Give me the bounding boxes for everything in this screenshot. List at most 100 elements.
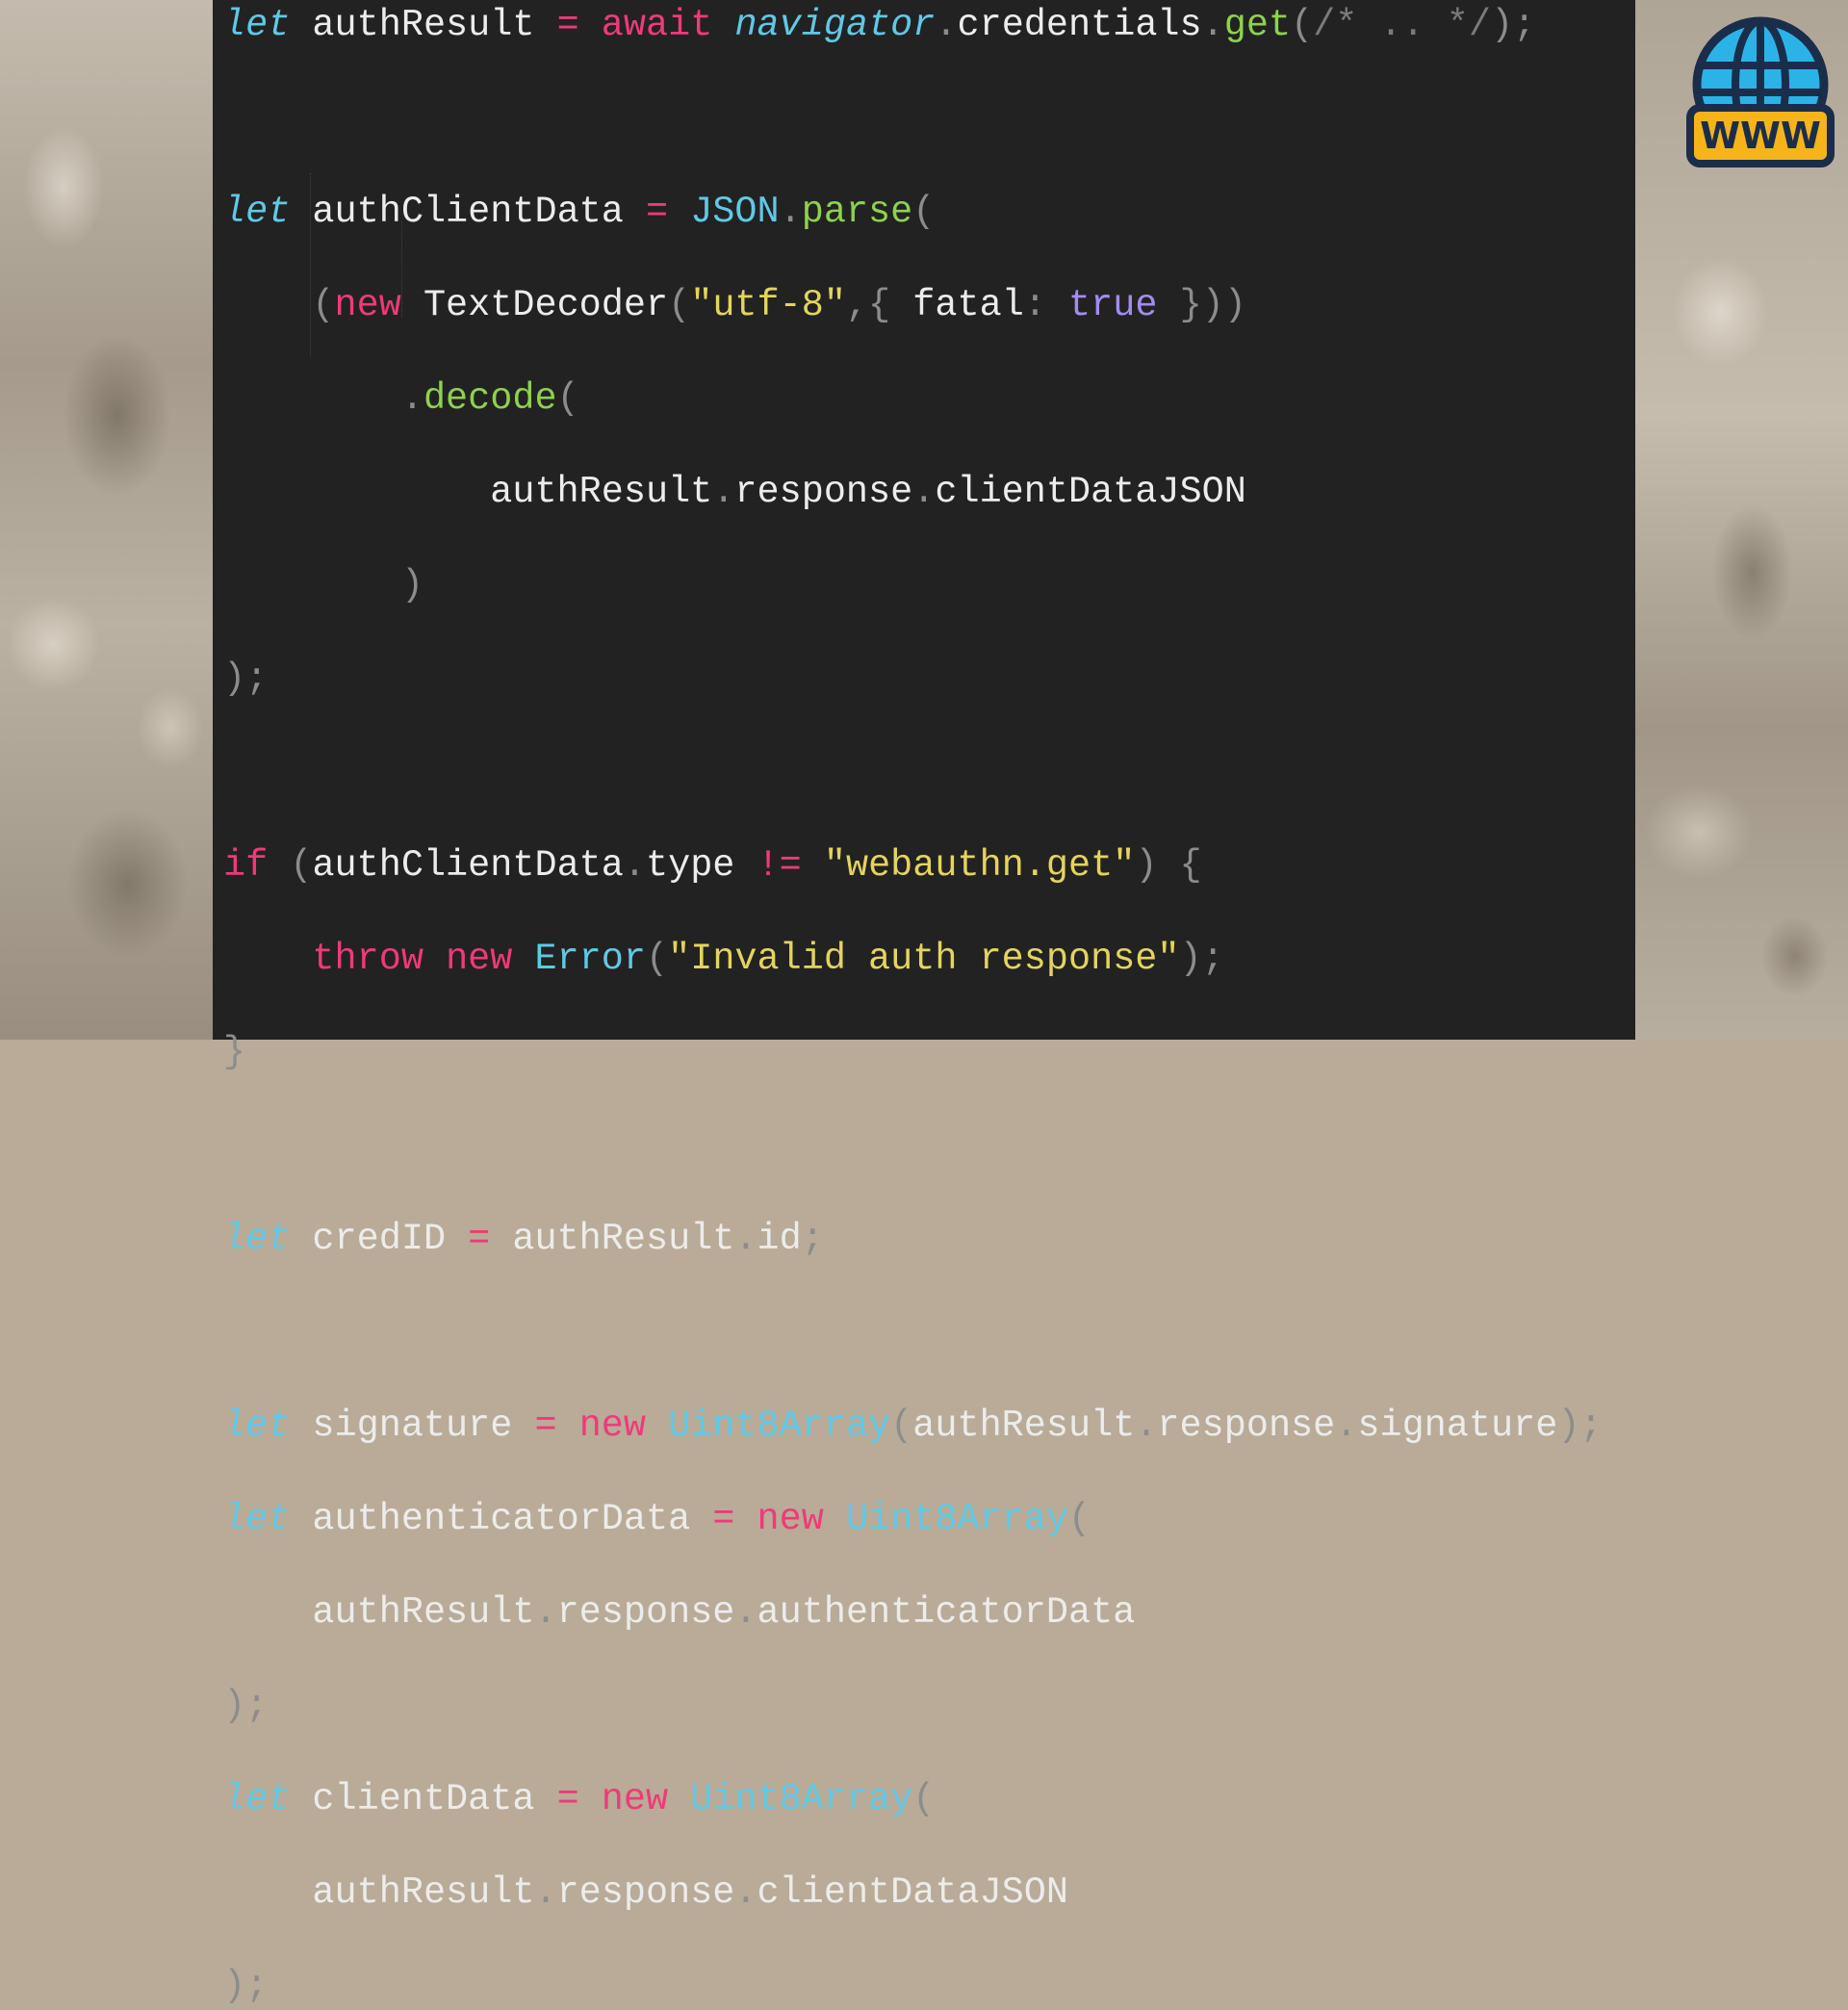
www-globe-icon: WWW — [1686, 16, 1835, 168]
operator: = — [468, 1218, 491, 1260]
brace: { — [1179, 844, 1202, 887]
operator: = — [645, 191, 669, 233]
semicolon: ; — [801, 1218, 824, 1260]
punctuation: })) — [1179, 284, 1246, 326]
class-name: TextDecoder — [423, 284, 669, 326]
string-literal: "webauthn.get" — [823, 844, 1136, 887]
punctuation: ); — [223, 657, 269, 700]
keyword-let: let — [223, 191, 291, 233]
identifier: signature — [312, 1404, 513, 1447]
code-line-12: } — [223, 1029, 1603, 1076]
keyword-let: let — [223, 1778, 291, 1820]
dot: . — [935, 4, 958, 46]
property: response — [734, 471, 913, 513]
class-name: JSON — [690, 191, 780, 233]
identifier: authClientData — [312, 844, 624, 887]
code-line-7: ) — [223, 562, 1603, 609]
identifier: authenticatorData — [312, 1498, 691, 1540]
code-line-10: if (authClientData.type != "webauthn.get… — [223, 842, 1603, 889]
operator: = — [712, 1498, 735, 1540]
paren: ( — [668, 284, 691, 326]
operator: = — [556, 4, 579, 46]
code-block: let authResult = await navigator.credent… — [223, 2, 1603, 2010]
string-literal: "Invalid auth response" — [668, 938, 1180, 980]
keyword-new: new — [757, 1498, 824, 1540]
property: response — [1157, 1404, 1336, 1447]
class-name: Uint8Array — [690, 1778, 913, 1820]
code-line-1: let authResult = await navigator.credent… — [223, 2, 1603, 49]
keyword-new: new — [601, 1778, 669, 1820]
keyword-throw: throw — [312, 938, 424, 980]
paren: ( — [890, 1404, 913, 1447]
code-line-17: let authenticatorData = new Uint8Array( — [223, 1496, 1603, 1543]
dot: . — [734, 1591, 757, 1634]
dot: . — [712, 471, 735, 513]
identifier: credID — [312, 1218, 447, 1260]
paren: ( — [556, 377, 579, 420]
keyword-new: new — [334, 284, 401, 326]
class-name: Error — [534, 938, 647, 980]
www-label: WWW — [1700, 115, 1821, 157]
punctuation: ); — [223, 1685, 269, 1727]
boolean-literal: true — [1068, 284, 1158, 326]
dot: . — [779, 191, 802, 233]
code-line-14: let credID = authResult.id; — [223, 1216, 1603, 1263]
identifier: authResult — [912, 1404, 1136, 1447]
property: credentials — [957, 4, 1202, 46]
code-line-19: ); — [223, 1683, 1603, 1730]
paren: ( — [312, 284, 335, 326]
dot: . — [623, 844, 646, 887]
paren: ) — [400, 564, 424, 606]
function-name: decode — [423, 377, 557, 420]
dot: . — [1135, 1404, 1158, 1447]
background-photo-left — [0, 0, 213, 1040]
identifier: authResult — [312, 1591, 535, 1634]
paren: ); — [1491, 4, 1536, 46]
code-line-18: authResult.response.authenticatorData — [223, 1589, 1603, 1636]
property: response — [556, 1591, 735, 1634]
code-line-21: authResult.response.clientDataJSON — [223, 1869, 1603, 1917]
operator: = — [556, 1778, 579, 1820]
keyword-let: let — [223, 1218, 291, 1260]
property: signature — [1357, 1404, 1558, 1447]
class-name: Uint8Array — [668, 1404, 891, 1447]
dot: . — [734, 1871, 757, 1914]
punctuation: ); — [223, 1965, 269, 2007]
string-literal: "utf-8" — [690, 284, 846, 326]
code-line-16: let signature = new Uint8Array(authResul… — [223, 1403, 1603, 1450]
keyword-let: let — [223, 1404, 291, 1447]
dot: . — [534, 1591, 557, 1634]
identifier: authClientData — [312, 191, 624, 233]
code-line-3: let authClientData = JSON.parse( — [223, 189, 1603, 236]
dot: . — [400, 377, 424, 420]
property: authenticatorData — [757, 1591, 1136, 1634]
property: response — [556, 1871, 735, 1914]
keyword-if: if — [223, 844, 269, 887]
keyword-let: let — [223, 1498, 291, 1540]
identifier: authResult — [312, 1871, 535, 1914]
property: clientDataJSON — [935, 471, 1246, 513]
punctuation: ); — [1557, 1404, 1603, 1447]
dot: . — [1335, 1404, 1358, 1447]
identifier: clientData — [312, 1778, 535, 1820]
code-line-4: (new TextDecoder("utf-8",{ fatal: true }… — [223, 282, 1603, 329]
code-line-11: throw new Error("Invalid auth response")… — [223, 936, 1603, 983]
code-line-6: authResult.response.clientDataJSON — [223, 469, 1603, 516]
paren: ( — [912, 191, 936, 233]
comment: /* .. */ — [1313, 4, 1492, 46]
dot: . — [534, 1871, 557, 1914]
class-name: Uint8Array — [845, 1498, 1068, 1540]
property: type — [646, 844, 735, 887]
property: id — [757, 1218, 802, 1260]
operator: = — [534, 1404, 557, 1447]
function-name: parse — [801, 191, 913, 233]
object-key: fatal — [912, 284, 1024, 326]
punctuation: ,{ — [845, 284, 891, 326]
keyword-new: new — [578, 1404, 646, 1447]
dot: . — [1201, 4, 1224, 46]
object-name: navigator — [734, 4, 936, 46]
dot: . — [734, 1218, 757, 1260]
